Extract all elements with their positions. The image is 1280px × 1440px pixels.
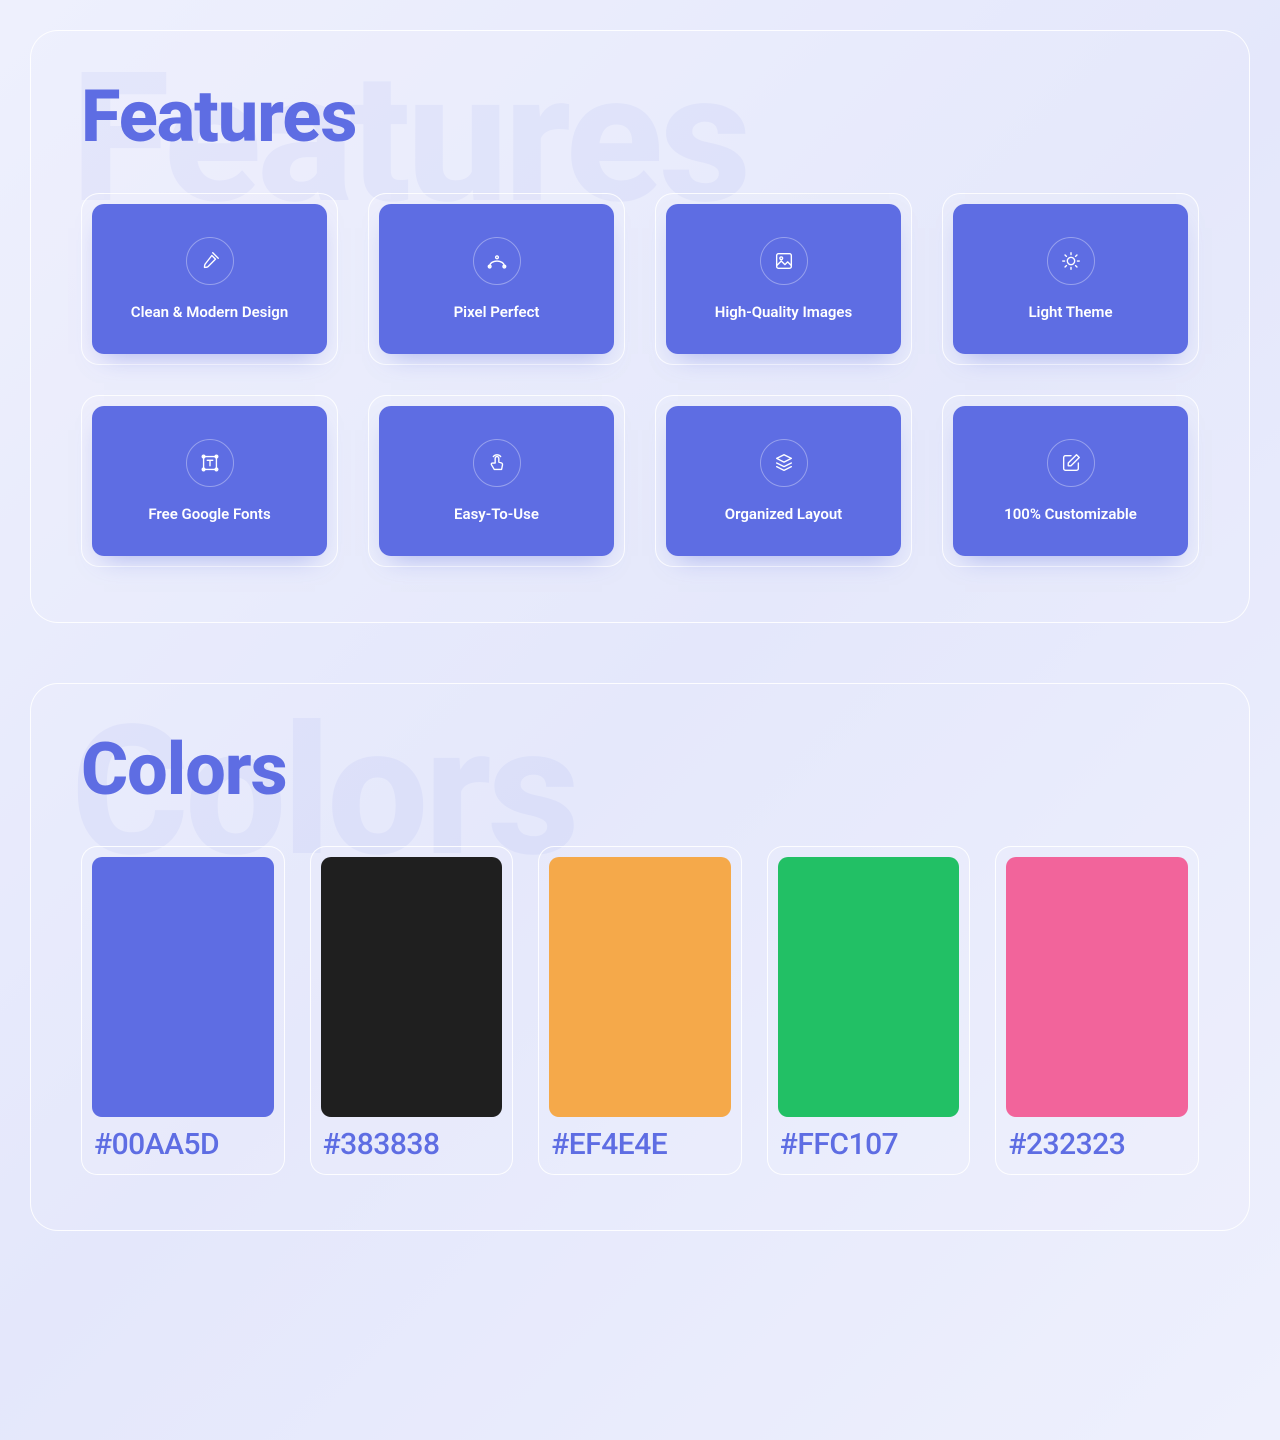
image-icon <box>760 237 808 285</box>
color-code: #232323 <box>1006 1117 1188 1168</box>
feature-label: Pixel Perfect <box>454 303 540 321</box>
feature-label: Clean & Modern Design <box>131 303 288 321</box>
color-card: #00AA5D <box>81 846 285 1175</box>
sun-icon <box>1047 237 1095 285</box>
feature-card: Easy-To-Use <box>368 395 625 567</box>
feature-card: High-Quality Images <box>655 193 912 365</box>
color-code: #FFC107 <box>778 1117 960 1168</box>
color-card: #FFC107 <box>767 846 971 1175</box>
edit-icon <box>1047 439 1095 487</box>
feature-card: Clean & Modern Design <box>81 193 338 365</box>
feature-label: Organized Layout <box>725 505 842 523</box>
feature-card: Organized Layout <box>655 395 912 567</box>
color-swatch <box>549 857 731 1117</box>
feature-card: 100% Customizable <box>942 395 1199 567</box>
colors-panel: Colors Colors #00AA5D #383838 #EF4E4E #F… <box>30 683 1250 1231</box>
color-card: #EF4E4E <box>538 846 742 1175</box>
colors-grid: #00AA5D #383838 #EF4E4E #FFC107 #232323 <box>81 846 1199 1175</box>
feature-label: Easy-To-Use <box>454 505 539 523</box>
color-code: #EF4E4E <box>549 1117 731 1168</box>
feature-label: Free Google Fonts <box>148 505 270 523</box>
feature-label: Light Theme <box>1028 303 1112 321</box>
color-card: #383838 <box>310 846 514 1175</box>
color-swatch <box>321 857 503 1117</box>
layers-icon <box>760 439 808 487</box>
color-swatch <box>1006 857 1188 1117</box>
feature-card: Light Theme <box>942 193 1199 365</box>
features-panel: Features Features Clean & Modern Design … <box>30 30 1250 623</box>
features-grid: Clean & Modern Design Pixel Perfect High… <box>81 193 1199 567</box>
color-code: #00AA5D <box>92 1117 274 1168</box>
features-title: Features <box>81 81 1199 153</box>
color-code: #383838 <box>321 1117 503 1168</box>
text-frame-icon <box>186 439 234 487</box>
color-card: #232323 <box>995 846 1199 1175</box>
feature-card: Pixel Perfect <box>368 193 625 365</box>
brush-icon <box>186 237 234 285</box>
colors-title: Colors <box>81 734 1199 806</box>
feature-label: High-Quality Images <box>715 303 852 321</box>
feature-card: Free Google Fonts <box>81 395 338 567</box>
vector-icon <box>473 237 521 285</box>
color-swatch <box>778 857 960 1117</box>
color-swatch <box>92 857 274 1117</box>
feature-label: 100% Customizable <box>1004 505 1137 523</box>
tap-icon <box>473 439 521 487</box>
